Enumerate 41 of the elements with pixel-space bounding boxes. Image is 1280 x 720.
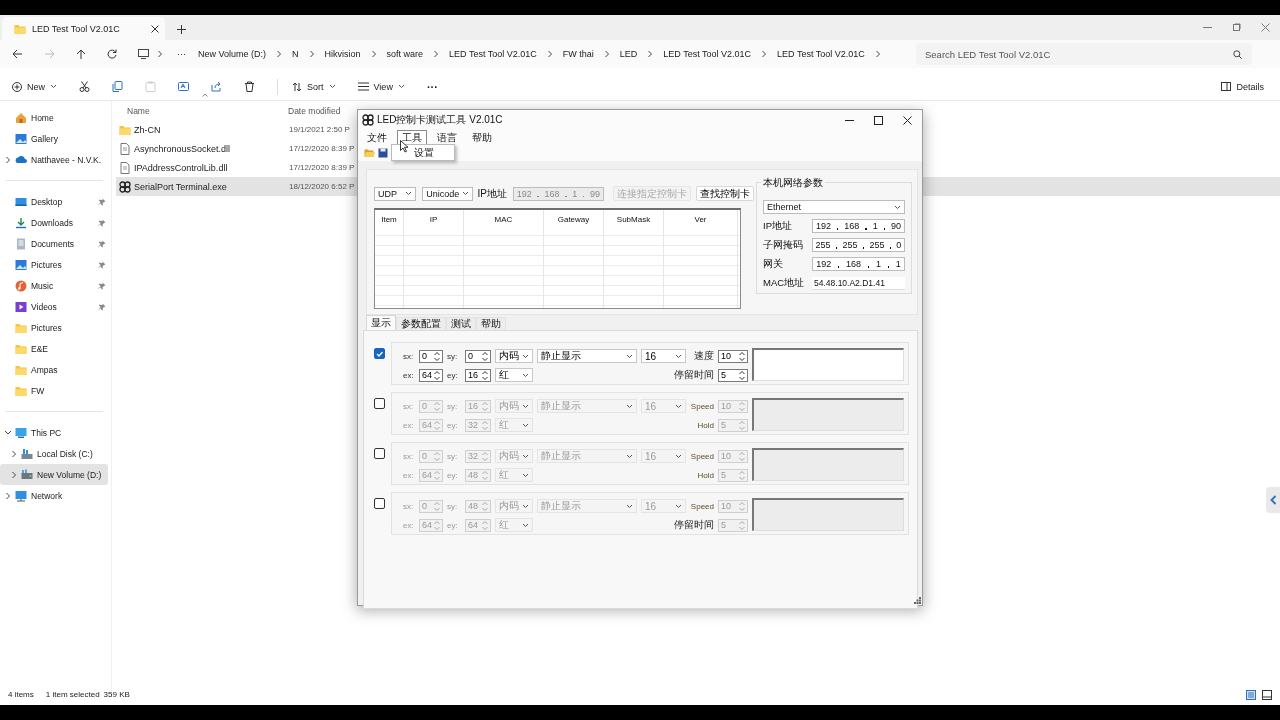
mac-address-field: 54.48.10.A2.D1.41	[812, 276, 905, 290]
field-label: ex:	[403, 520, 415, 530]
field-label: ey:	[447, 470, 459, 480]
field-label: sx:	[403, 451, 415, 461]
field-label: sy:	[447, 401, 459, 411]
column-header: MAC	[494, 215, 513, 224]
group-title: 本机网络参数	[761, 176, 825, 190]
column-header: SubMask	[616, 215, 651, 224]
field-label: sy:	[447, 451, 459, 461]
field-label: 速度	[694, 349, 714, 363]
column-header: Ver	[694, 215, 707, 224]
field-label: ey:	[447, 420, 459, 430]
field-label: Speed	[690, 451, 714, 461]
column-header: Item	[381, 215, 397, 224]
field-label: sy:	[447, 351, 459, 361]
item-count: 4 items	[8, 689, 34, 699]
field-label: ex:	[403, 370, 415, 380]
field-label: IP地址	[477, 186, 507, 201]
field-label: 停留时间	[674, 368, 714, 382]
field-label: MAC地址	[763, 276, 805, 290]
field-label: 网关	[763, 257, 783, 271]
field-label: Hold	[697, 420, 714, 430]
field-label: sx:	[403, 501, 415, 511]
field-label: sx:	[403, 401, 415, 411]
field-label: ey:	[447, 370, 459, 380]
field-label: Speed	[690, 501, 714, 511]
field-label: ex:	[403, 470, 415, 480]
field-label: 停留时间	[674, 518, 714, 532]
selection-size: 359 KB	[103, 689, 130, 699]
field-label: ey:	[447, 520, 459, 530]
field-label: sy:	[447, 501, 459, 511]
field-label: Hold	[697, 470, 714, 480]
column-header: Gateway	[557, 215, 590, 224]
field-label: Speed	[690, 401, 714, 411]
selection-info: 1 item selected	[45, 689, 100, 699]
window-title: LED控制卡测试工具 V2.01C	[377, 113, 504, 127]
field-label: IP地址	[763, 219, 792, 233]
column-header: IP	[429, 215, 438, 224]
field-label: sx:	[403, 351, 415, 361]
field-label: 子网掩码	[763, 238, 803, 252]
field-label: ex:	[403, 420, 415, 430]
